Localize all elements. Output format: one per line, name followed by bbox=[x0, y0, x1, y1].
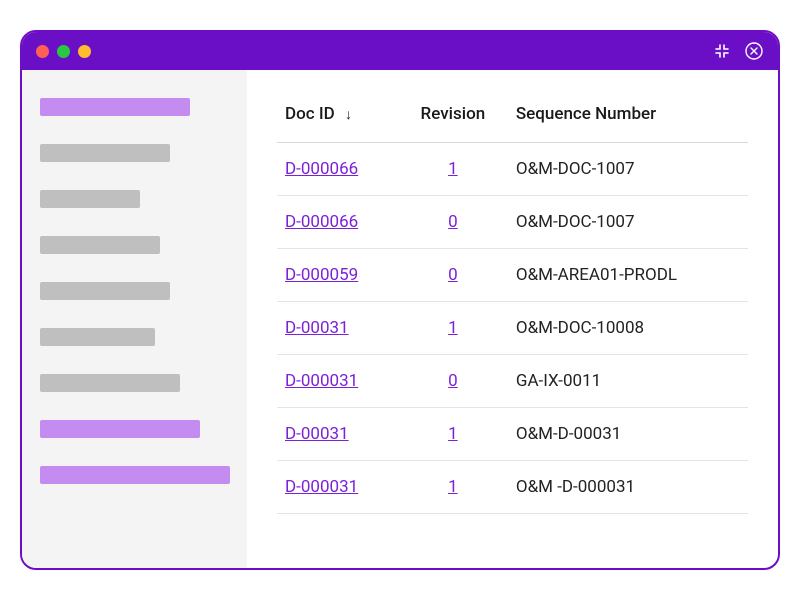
col-header-doc-id[interactable]: Doc ID ↓ bbox=[277, 90, 398, 143]
cell-doc-id: D-000031 bbox=[277, 461, 398, 514]
traffic-light-zoom[interactable] bbox=[78, 45, 91, 58]
cell-revision: 0 bbox=[398, 249, 508, 302]
cell-sequence: O&M-AREA01-PRODL bbox=[508, 249, 748, 302]
documents-table: Doc ID ↓ Revision Sequence Number D-0000… bbox=[277, 90, 748, 514]
revision-link[interactable]: 0 bbox=[448, 265, 458, 285]
cell-revision: 1 bbox=[398, 143, 508, 196]
traffic-light-minimize[interactable] bbox=[57, 45, 70, 58]
doc-id-link[interactable]: D-000031 bbox=[285, 371, 358, 391]
col-header-doc-id-label: Doc ID bbox=[285, 104, 335, 124]
sidebar-item[interactable] bbox=[40, 144, 170, 162]
cell-revision: 1 bbox=[398, 408, 508, 461]
cell-sequence: O&M -D-000031 bbox=[508, 461, 748, 514]
cell-sequence: GA-IX-0011 bbox=[508, 355, 748, 408]
cell-doc-id: D-00031 bbox=[277, 302, 398, 355]
table-row: D-000031 1 O&M -D-000031 bbox=[277, 461, 748, 514]
sidebar-item[interactable] bbox=[40, 282, 170, 300]
sidebar-item[interactable] bbox=[40, 236, 160, 254]
titlebar-actions bbox=[714, 41, 764, 61]
titlebar bbox=[22, 32, 778, 70]
doc-id-link[interactable]: D-00031 bbox=[285, 318, 349, 338]
revision-link[interactable]: 1 bbox=[448, 477, 458, 497]
sidebar-item[interactable] bbox=[40, 466, 230, 484]
col-header-sequence-label: Sequence Number bbox=[516, 104, 656, 124]
sidebar-item[interactable] bbox=[40, 374, 180, 392]
app-window: Doc ID ↓ Revision Sequence Number D-0000… bbox=[20, 30, 780, 570]
sidebar-item[interactable] bbox=[40, 190, 140, 208]
table-row: D-00031 1 O&M-D-00031 bbox=[277, 408, 748, 461]
cell-revision: 0 bbox=[398, 355, 508, 408]
table-header-row: Doc ID ↓ Revision Sequence Number bbox=[277, 90, 748, 143]
table-row: D-00031 1 O&M-DOC-10008 bbox=[277, 302, 748, 355]
cell-revision: 1 bbox=[398, 461, 508, 514]
revision-link[interactable]: 1 bbox=[448, 159, 458, 179]
doc-id-link[interactable]: D-000059 bbox=[285, 265, 358, 285]
table-row: D-000059 0 O&M-AREA01-PRODL bbox=[277, 249, 748, 302]
sort-descending-icon: ↓ bbox=[345, 106, 352, 123]
sidebar-item[interactable] bbox=[40, 420, 200, 438]
cell-doc-id: D-000066 bbox=[277, 143, 398, 196]
cell-sequence: O&M-D-00031 bbox=[508, 408, 748, 461]
doc-id-link[interactable]: D-000066 bbox=[285, 212, 358, 232]
table-row: D-000066 0 O&M-DOC-1007 bbox=[277, 196, 748, 249]
cell-sequence: O&M-DOC-1007 bbox=[508, 143, 748, 196]
col-header-sequence[interactable]: Sequence Number bbox=[508, 90, 748, 143]
table-row: D-000031 0 GA-IX-0011 bbox=[277, 355, 748, 408]
col-header-revision[interactable]: Revision bbox=[398, 90, 508, 143]
window-body: Doc ID ↓ Revision Sequence Number D-0000… bbox=[22, 70, 778, 568]
traffic-light-close[interactable] bbox=[36, 45, 49, 58]
cell-doc-id: D-000059 bbox=[277, 249, 398, 302]
doc-id-link[interactable]: D-000031 bbox=[285, 477, 358, 497]
col-header-revision-label: Revision bbox=[421, 104, 486, 124]
collapse-icon[interactable] bbox=[714, 43, 730, 59]
traffic-lights bbox=[36, 45, 91, 58]
sidebar-item[interactable] bbox=[40, 98, 190, 116]
doc-id-link[interactable]: D-00031 bbox=[285, 424, 349, 444]
cell-doc-id: D-00031 bbox=[277, 408, 398, 461]
cell-sequence: O&M-DOC-10008 bbox=[508, 302, 748, 355]
revision-link[interactable]: 1 bbox=[448, 424, 458, 444]
sidebar-item[interactable] bbox=[40, 328, 155, 346]
cell-doc-id: D-000066 bbox=[277, 196, 398, 249]
revision-link[interactable]: 0 bbox=[448, 371, 458, 391]
revision-link[interactable]: 0 bbox=[448, 212, 458, 232]
sidebar bbox=[22, 70, 247, 568]
cell-revision: 1 bbox=[398, 302, 508, 355]
cell-sequence: O&M-DOC-1007 bbox=[508, 196, 748, 249]
table-row: D-000066 1 O&M-DOC-1007 bbox=[277, 143, 748, 196]
main-content: Doc ID ↓ Revision Sequence Number D-0000… bbox=[247, 70, 778, 568]
revision-link[interactable]: 1 bbox=[448, 318, 458, 338]
cell-revision: 0 bbox=[398, 196, 508, 249]
doc-id-link[interactable]: D-000066 bbox=[285, 159, 358, 179]
close-icon[interactable] bbox=[744, 41, 764, 61]
cell-doc-id: D-000031 bbox=[277, 355, 398, 408]
